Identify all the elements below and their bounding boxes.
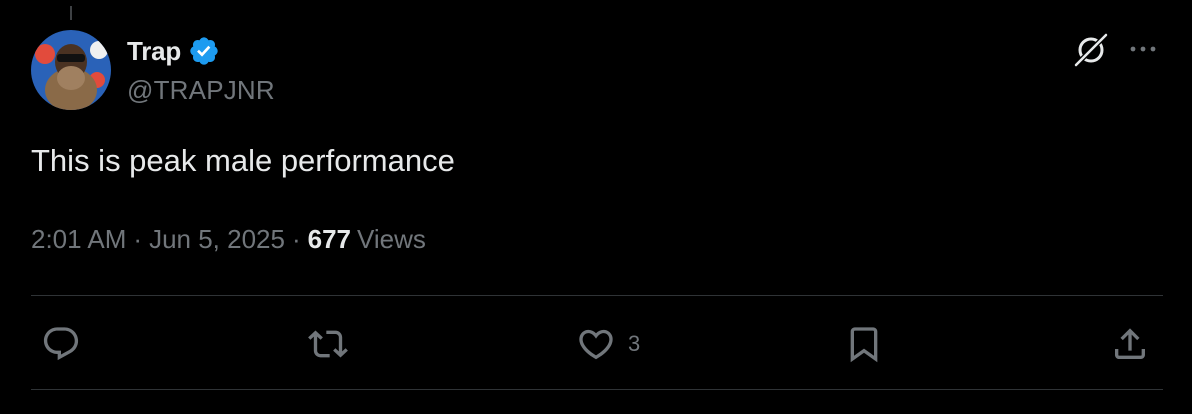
- like-count: 3: [628, 331, 641, 356]
- tweet-time[interactable]: 2:01 AM: [31, 224, 126, 255]
- author-display-name[interactable]: Trap: [127, 36, 181, 67]
- tweet-text: This is peak male performance: [31, 143, 455, 178]
- divider: [31, 295, 1163, 296]
- more-options-icon[interactable]: [1125, 34, 1161, 64]
- repost-button[interactable]: [308, 322, 348, 366]
- reply-button[interactable]: [41, 322, 81, 366]
- author-handle[interactable]: @TRAPJNR: [127, 75, 275, 106]
- tweet-date[interactable]: Jun 5, 2025: [149, 224, 285, 255]
- author-name-row: Trap: [127, 35, 220, 67]
- meta-separator: ·: [133, 224, 143, 254]
- reply-icon: [43, 327, 79, 361]
- bookmark-icon: [850, 327, 878, 363]
- views-label: Views: [357, 224, 426, 254]
- heart-icon: [579, 329, 613, 360]
- thread-connector-line: [70, 6, 72, 20]
- tweet-metadata: 2:01 AM · Jun 5, 2025 · 677 Views: [31, 224, 426, 255]
- share-icon: [1115, 328, 1145, 359]
- like-button[interactable]: 3: [576, 322, 640, 366]
- grok-icon[interactable]: [1071, 30, 1111, 70]
- meta-separator: ·: [291, 224, 301, 254]
- divider: [31, 389, 1163, 390]
- views-count[interactable]: 677: [308, 224, 351, 255]
- repost-icon: [308, 330, 348, 358]
- bookmark-button[interactable]: [844, 322, 884, 366]
- avatar-image: [31, 30, 111, 110]
- avatar[interactable]: [31, 30, 111, 110]
- share-button[interactable]: [1110, 322, 1150, 366]
- verified-badge-icon[interactable]: [188, 35, 220, 67]
